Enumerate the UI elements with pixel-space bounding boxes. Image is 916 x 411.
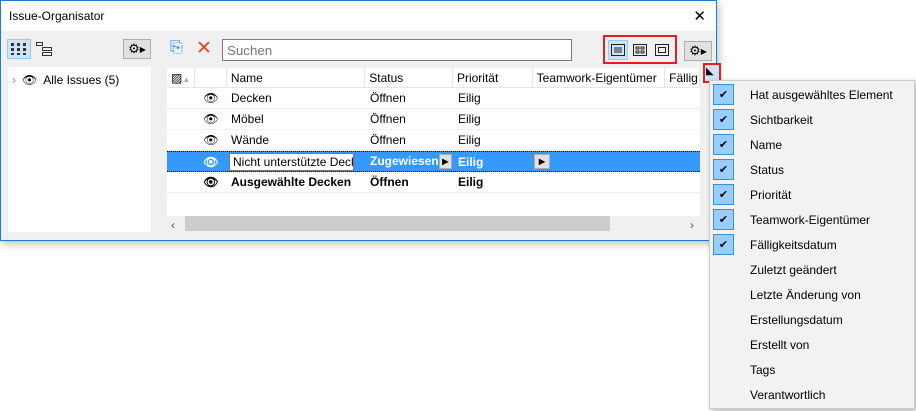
- delete-icon[interactable]: ✕: [196, 37, 212, 60]
- menu-item-label: Status: [750, 162, 785, 177]
- scrollbar-thumb[interactable]: [185, 216, 610, 231]
- scroll-left-icon[interactable]: ‹: [171, 218, 175, 232]
- settings-gear-icon[interactable]: ⚙ ▶: [684, 41, 712, 61]
- menu-item[interactable]: ✔ Sichtbarkeit: [710, 107, 914, 132]
- checkmark-icon: ✔: [713, 109, 734, 130]
- menu-item[interactable]: ✔ Fälligkeitsdatum: [710, 232, 914, 257]
- eye-icon[interactable]: 👁: [195, 91, 227, 105]
- scroll-right-icon[interactable]: ›: [690, 218, 694, 232]
- table-row[interactable]: 👁 Möbel Öffnen Eilig: [167, 109, 700, 130]
- column-header-status[interactable]: Status: [365, 68, 453, 87]
- row-priority: Eilig: [458, 91, 481, 105]
- left-settings-gear-icon[interactable]: ⚙ ▶: [123, 39, 151, 59]
- list-view-icon[interactable]: [608, 39, 628, 60]
- eye-icon[interactable]: 👁: [195, 112, 227, 126]
- left-panel: ⚙ ▶ › 👁 Alle Issues (5): [1, 31, 161, 240]
- tile-view-icon[interactable]: [630, 40, 650, 60]
- column-header-name[interactable]: Name: [227, 68, 366, 87]
- menu-item-label: Verantwortlich: [750, 387, 826, 402]
- checkmark-icon: ✔: [713, 234, 734, 255]
- window-title: Issue-Organisator: [9, 9, 105, 23]
- visibility-column-header[interactable]: [195, 68, 227, 87]
- row-status: Zugewiesen: [370, 154, 439, 168]
- menu-item[interactable]: Letzte Änderung von: [710, 282, 914, 307]
- menu-item-label: Erstellungsdatum: [750, 312, 843, 327]
- cursor-icon: ◣: [706, 66, 714, 77]
- eye-icon[interactable]: 👁: [195, 155, 227, 169]
- menu-item[interactable]: Zuletzt geändert: [710, 257, 914, 282]
- eye-icon[interactable]: 👁: [195, 175, 227, 189]
- menu-item[interactable]: ✔ Status: [710, 157, 914, 182]
- table-row[interactable]: 👁 Decken Öffnen Eilig: [167, 88, 700, 109]
- horizontal-scrollbar[interactable]: ‹ ›: [167, 216, 700, 233]
- row-name: Decken: [231, 91, 272, 105]
- menu-item-label: Hat ausgewähltes Element: [750, 87, 893, 102]
- menu-item[interactable]: ✔ Teamwork-Eigentümer: [710, 207, 914, 232]
- menu-item-label: Priorität: [750, 187, 792, 202]
- row-priority: Eilig: [458, 133, 481, 147]
- row-name: Ausgewählte Decken: [231, 175, 352, 189]
- table-row-selected[interactable]: 👁 Nicht unterstützte Decke Zugewiesen ▶ E…: [167, 151, 700, 172]
- table-row[interactable]: 👁 Ausgewählte Decken Öffnen Eilig: [167, 172, 700, 193]
- row-priority: Eilig: [458, 154, 484, 169]
- expand-chevron-icon[interactable]: ›: [12, 73, 16, 87]
- menu-item-label: Sichtbarkeit: [750, 112, 813, 127]
- menu-item[interactable]: Erstellt von: [710, 332, 914, 357]
- selected-element-column-icon[interactable]: ▨▲: [167, 68, 195, 87]
- detail-view-icon[interactable]: [652, 40, 672, 60]
- menu-item-label: Teamwork-Eigentümer: [750, 212, 871, 227]
- row-status: Öffnen: [370, 175, 409, 189]
- new-issue-icon[interactable]: ⎘: [170, 39, 183, 57]
- checkmark-icon: ✔: [713, 159, 734, 180]
- issues-table: ▨▲ Name Status Priorität Teamwork-Eigent…: [167, 68, 700, 216]
- eye-icon[interactable]: 👁: [22, 73, 37, 87]
- checkmark-icon: ✔: [713, 184, 734, 205]
- menu-item[interactable]: Erstellungsdatum: [710, 307, 914, 332]
- tree-view-icon[interactable]: [32, 39, 56, 59]
- row-status: Öffnen: [370, 91, 406, 105]
- table-header: ▨▲ Name Status Priorität Teamwork-Eigent…: [167, 68, 700, 88]
- right-panel: ⎘ ✕ ⚙▶ ▨▲ Name Status Priorität Teamwork…: [164, 31, 716, 240]
- row-name-editor[interactable]: Nicht unterstützte Decke: [229, 152, 354, 171]
- issue-tree: › 👁 Alle Issues (5): [8, 67, 151, 232]
- menu-item-label: Fälligkeitsdatum: [750, 237, 837, 252]
- menu-item-label: Name: [750, 137, 783, 152]
- menu-item[interactable]: Verantwortlich: [710, 382, 914, 407]
- menu-item-label: Letzte Änderung von: [750, 287, 861, 302]
- menu-item[interactable]: ✔ Priorität: [710, 182, 914, 207]
- status-dropdown-arrow-icon[interactable]: ▶: [438, 154, 452, 169]
- column-header-priority[interactable]: Priorität: [453, 68, 533, 87]
- view-mode-group: [603, 35, 677, 64]
- menu-item[interactable]: ✔ Name: [710, 132, 914, 157]
- row-name: Möbel: [231, 112, 264, 126]
- row-status: Öffnen: [370, 112, 406, 126]
- title-bar: Issue-Organisator: [1, 1, 716, 31]
- row-priority: Eilig: [458, 175, 484, 189]
- issue-organizer-window: Issue-Organisator ✕ ⚙ ▶ › 👁 Alle Issues (…: [0, 0, 717, 241]
- checkmark-icon: ✔: [713, 134, 734, 155]
- priority-dropdown-arrow-icon[interactable]: ▶: [534, 154, 550, 170]
- checkmark-icon: ✔: [713, 84, 734, 105]
- menu-item[interactable]: Tags: [710, 357, 914, 382]
- menu-item-label: Zuletzt geändert: [750, 262, 837, 277]
- menu-item-label: Tags: [750, 362, 776, 377]
- row-status: Öffnen: [370, 133, 406, 147]
- grid-view-icon[interactable]: [7, 39, 31, 59]
- column-chooser-menu: ✔ Hat ausgewähltes Element ✔ Sichtbarkeit ✔ N…: [709, 80, 915, 409]
- table-row[interactable]: 👁 Wände Öffnen Eilig: [167, 130, 700, 151]
- eye-icon[interactable]: 👁: [195, 133, 227, 147]
- tree-item-all-issues[interactable]: Alle Issues (5): [43, 73, 119, 87]
- checkmark-icon: ✔: [713, 209, 734, 230]
- menu-item-label: Erstellt von: [750, 337, 810, 352]
- column-header-due[interactable]: Fällig: [665, 68, 700, 87]
- menu-item[interactable]: ✔ Hat ausgewähltes Element: [710, 82, 914, 107]
- search-input[interactable]: [222, 39, 572, 61]
- close-button[interactable]: ✕: [693, 7, 706, 25]
- row-priority: Eilig: [458, 112, 481, 126]
- column-header-owner[interactable]: Teamwork-Eigentümer: [533, 68, 666, 87]
- row-name: Wände: [231, 133, 270, 147]
